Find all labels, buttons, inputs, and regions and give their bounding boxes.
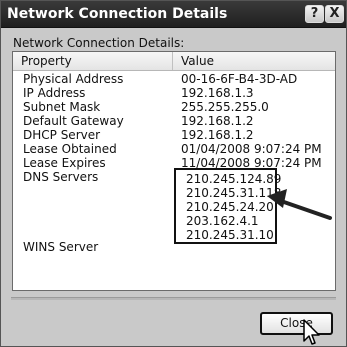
property-cell: Lease Obtained <box>23 142 117 156</box>
dns-server-value: 203.162.4.1 <box>186 214 259 228</box>
column-header-property[interactable]: Property <box>13 52 173 70</box>
network-connection-details-dialog: Network Connection Details ? X Network C… <box>0 0 347 347</box>
property-cell: DNS Servers <box>23 170 99 184</box>
window-close-button[interactable]: X <box>325 5 344 23</box>
list-row[interactable]: Physical Address 00-16-6F-B4-3D-AD <box>13 72 335 86</box>
list-row[interactable]: DHCP Server 192.168.1.2 <box>13 128 335 142</box>
dns-server-value: 210.245.31.118 <box>186 186 282 200</box>
property-cell: Lease Expires <box>23 156 106 170</box>
value-cell: 192.168.1.2 <box>181 114 254 128</box>
list-header: Property Value <box>13 52 335 71</box>
value-cell: 192.168.1.3 <box>181 86 254 100</box>
help-button[interactable]: ? <box>305 5 324 23</box>
property-cell: IP Address <box>23 86 86 100</box>
property-cell: WINS Server <box>23 240 99 254</box>
dns-server-value: 210.245.24.20 <box>186 200 274 214</box>
details-listbox[interactable]: Property Value Physical Address 00-16-6F… <box>12 51 336 291</box>
property-cell: DHCP Server <box>23 128 101 142</box>
section-label: Network Connection Details: <box>13 36 185 50</box>
property-cell: Default Gateway <box>23 114 124 128</box>
dns-server-value: 210.245.124.89 <box>186 172 282 186</box>
close-button[interactable]: Close <box>260 312 333 335</box>
list-row[interactable]: IP Address 192.168.1.3 <box>13 86 335 100</box>
mouse-pointer-icon <box>303 319 320 345</box>
divider <box>11 297 336 300</box>
list-row[interactable]: Lease Obtained 01/04/2008 9:07:24 PM <box>13 142 335 156</box>
value-cell: 255.255.255.0 <box>181 100 269 114</box>
value-cell: 01/04/2008 9:07:24 PM <box>181 142 322 156</box>
property-cell: Subnet Mask <box>23 100 101 114</box>
value-cell: 192.168.1.2 <box>181 128 254 142</box>
window-title: Network Connection Details <box>7 6 228 22</box>
list-row[interactable]: Default Gateway 192.168.1.2 <box>13 114 335 128</box>
property-cell: Physical Address <box>23 72 124 86</box>
dns-servers-highlight-box: 210.245.124.89 210.245.31.118 210.245.24… <box>174 168 281 244</box>
column-header-value[interactable]: Value <box>173 52 335 70</box>
value-cell: 00-16-6F-B4-3D-AD <box>181 72 298 86</box>
title-bar: Network Connection Details ? X <box>1 1 346 28</box>
dns-server-value: 210.245.31.10 <box>186 228 274 242</box>
list-row[interactable]: Subnet Mask 255.255.255.0 <box>13 100 335 114</box>
